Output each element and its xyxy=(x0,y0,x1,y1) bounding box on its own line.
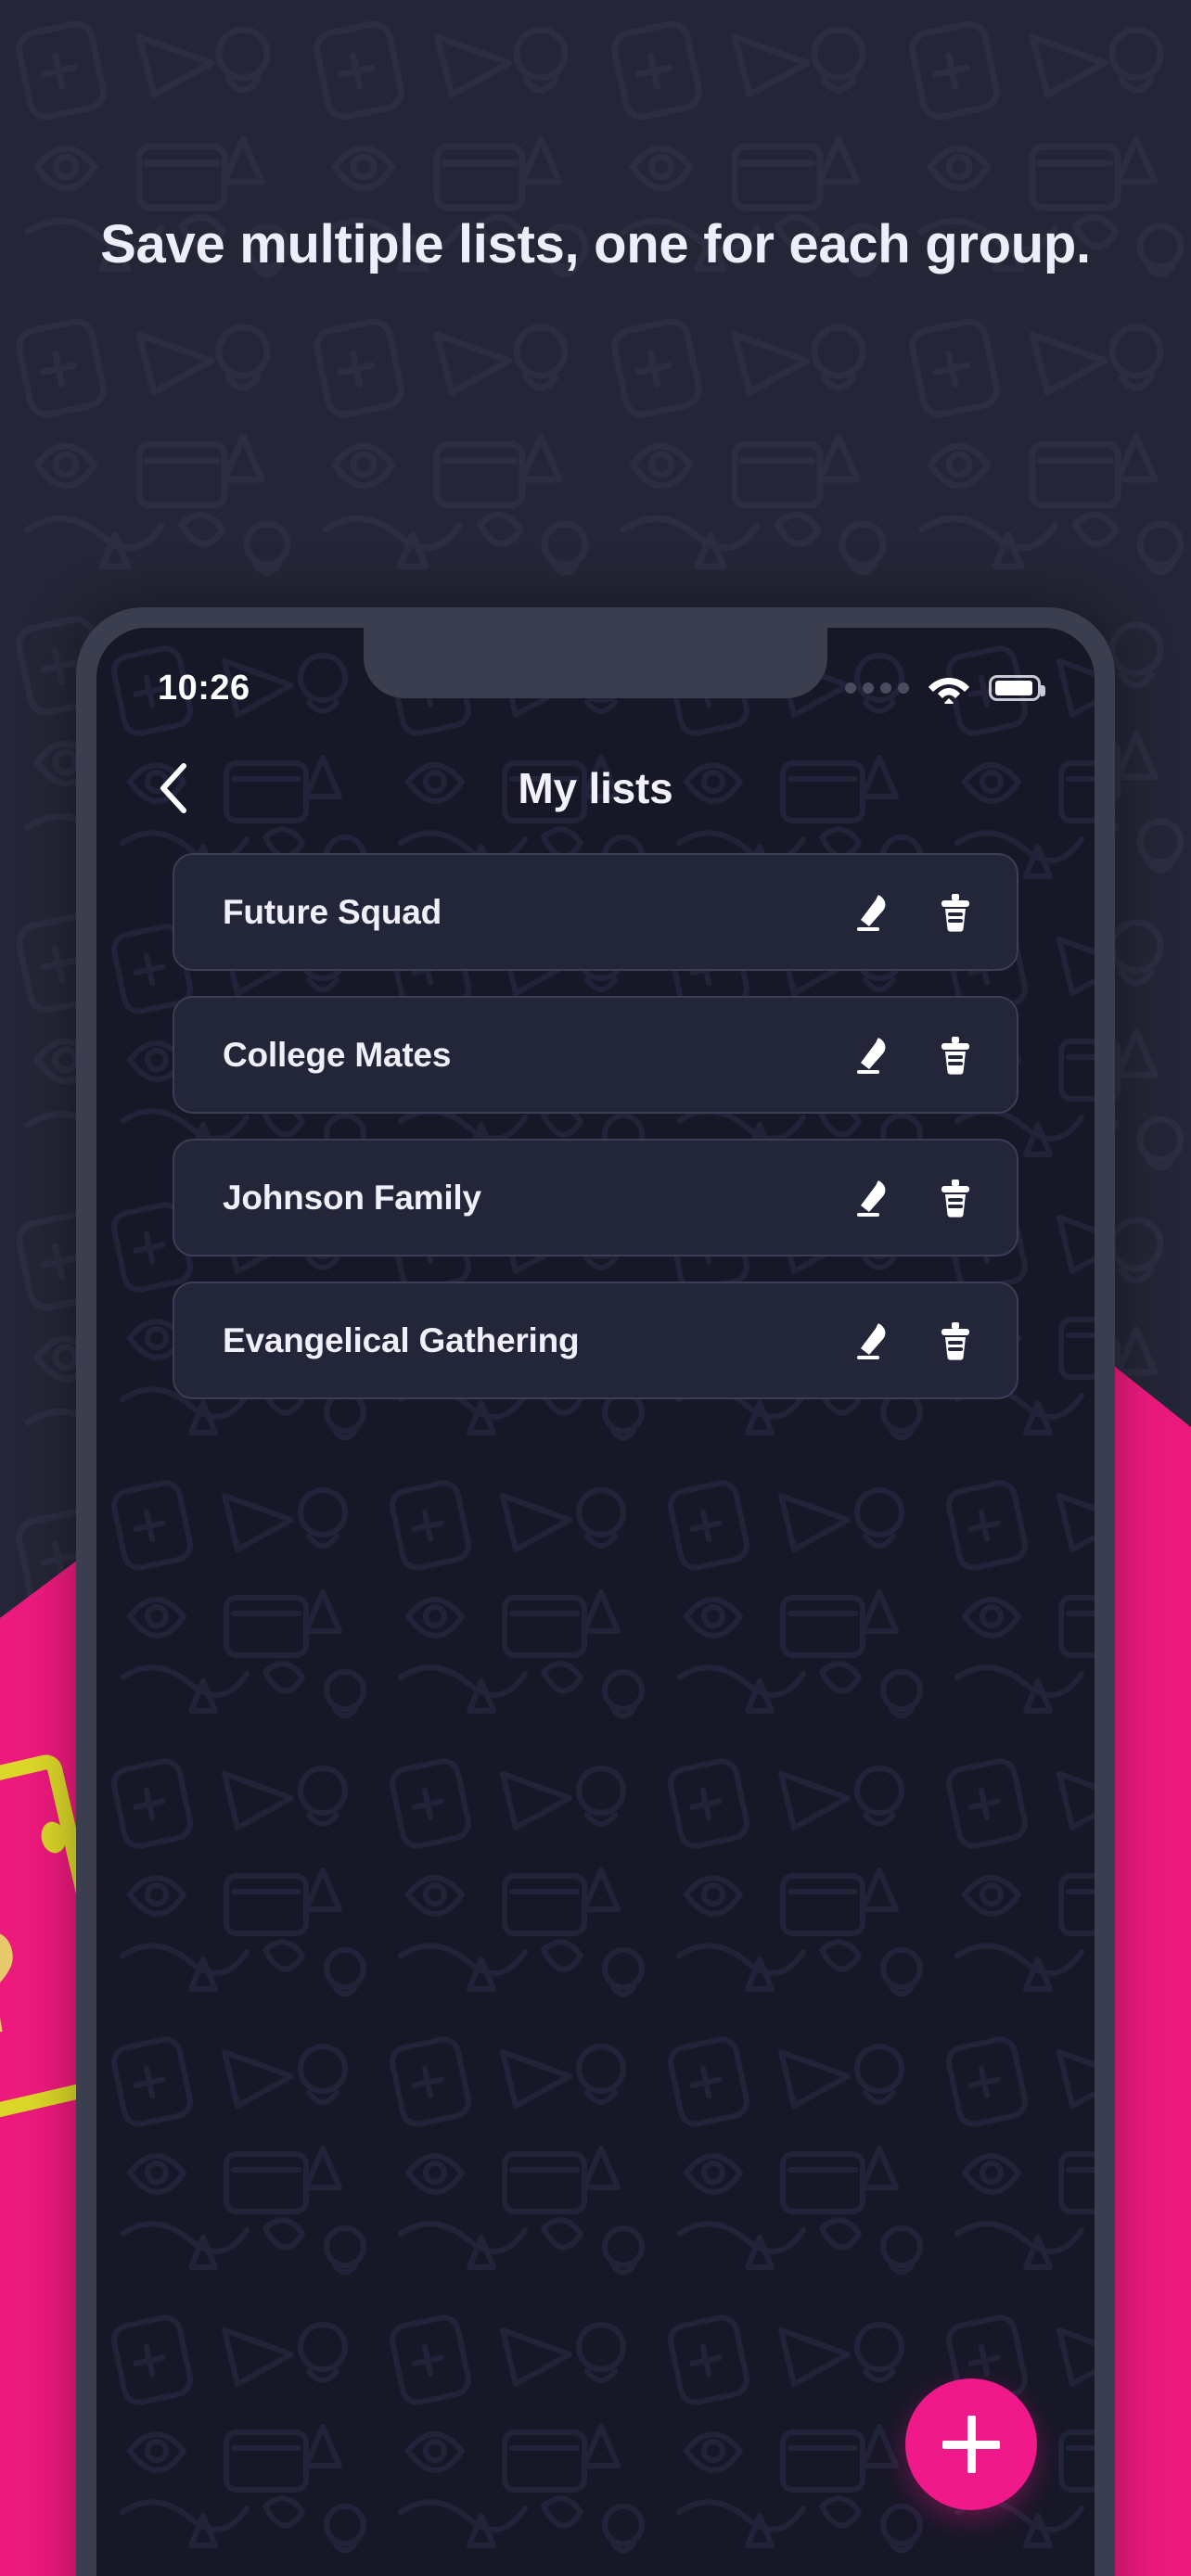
status-bar-icons xyxy=(845,672,1045,704)
list-name: Future Squad xyxy=(223,892,442,931)
lists-container: Future Squad College Mates Johnson Famil… xyxy=(96,853,1095,1399)
phone-screen: 10:26 My lists Future Squad College Mate… xyxy=(96,628,1095,2576)
pencil-icon xyxy=(857,1037,886,1074)
table-row[interactable]: College Mates xyxy=(173,996,1018,1114)
table-row[interactable]: Evangelical Gathering xyxy=(173,1282,1018,1399)
table-row[interactable]: Future Squad xyxy=(173,853,1018,971)
pencil-icon xyxy=(857,1180,886,1217)
row-actions xyxy=(842,1168,985,1228)
trash-icon xyxy=(941,1036,969,1075)
chevron-left-icon xyxy=(160,763,186,813)
edit-list-button[interactable] xyxy=(842,1026,902,1085)
signal-dots-icon xyxy=(845,682,909,694)
table-row[interactable]: Johnson Family xyxy=(173,1139,1018,1256)
delete-list-button[interactable] xyxy=(926,883,985,942)
delete-list-button[interactable] xyxy=(926,1311,985,1371)
pencil-icon xyxy=(857,1322,886,1359)
delete-list-button[interactable] xyxy=(926,1168,985,1228)
edit-list-button[interactable] xyxy=(842,1168,902,1228)
row-actions xyxy=(842,1026,985,1085)
trash-icon xyxy=(941,1179,969,1218)
status-bar: 10:26 xyxy=(96,628,1095,721)
list-name: Evangelical Gathering xyxy=(223,1320,580,1359)
page-title: My lists xyxy=(518,764,673,812)
back-button[interactable] xyxy=(141,756,206,821)
pencil-icon xyxy=(857,894,886,931)
list-name: Johnson Family xyxy=(223,1178,481,1217)
row-actions xyxy=(842,883,985,942)
promo-headline: Save multiple lists, one for each group. xyxy=(100,214,1091,274)
add-list-fab[interactable] xyxy=(905,2378,1037,2510)
status-bar-time: 10:26 xyxy=(158,668,250,708)
phone-mockup: 10:26 My lists Future Squad College Mate… xyxy=(76,607,1115,2576)
plus-icon-vertical xyxy=(967,2416,976,2473)
wifi-icon xyxy=(928,678,969,704)
edit-list-button[interactable] xyxy=(842,1311,902,1371)
trash-icon xyxy=(941,1321,969,1360)
trash-icon xyxy=(941,893,969,932)
delete-list-button[interactable] xyxy=(926,1026,985,1085)
list-name: College Mates xyxy=(223,1035,452,1074)
edit-list-button[interactable] xyxy=(842,883,902,942)
row-actions xyxy=(842,1311,985,1371)
battery-full-icon xyxy=(989,675,1045,701)
app-header: My lists xyxy=(96,737,1095,839)
